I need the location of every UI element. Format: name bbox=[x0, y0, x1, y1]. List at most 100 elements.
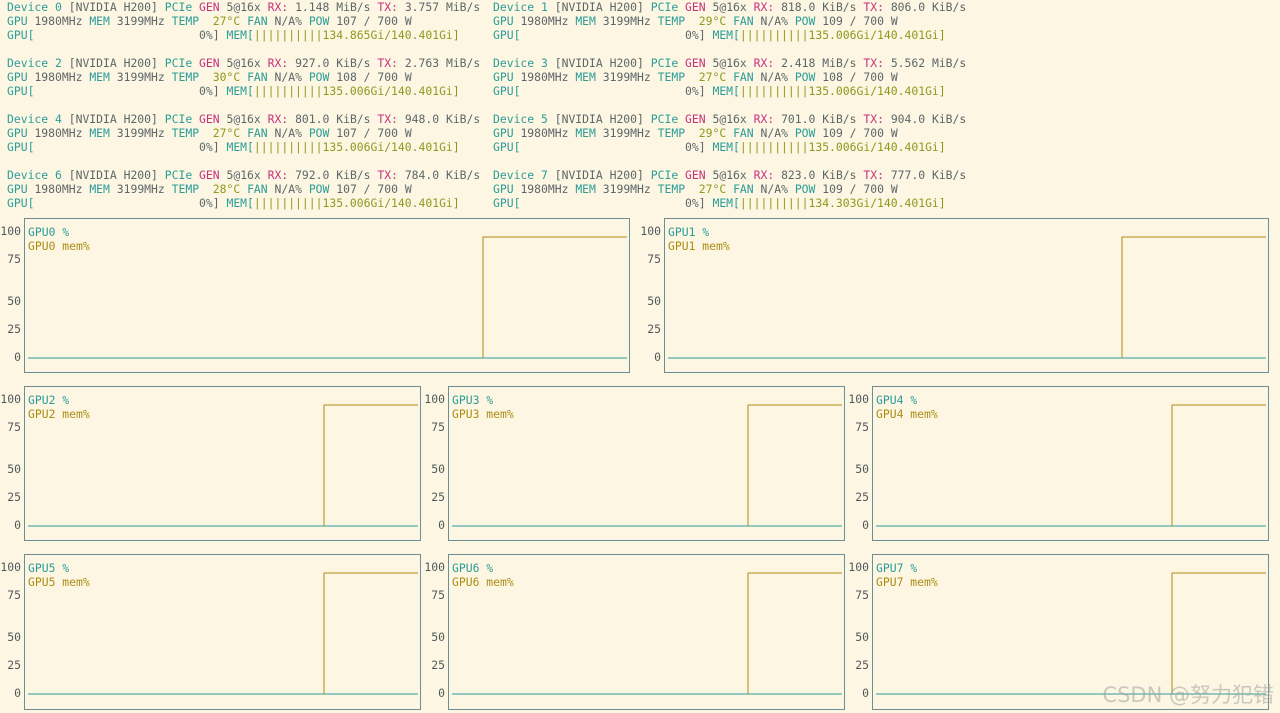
y-tick-label: 75 bbox=[855, 420, 869, 434]
fan-speed: N/A% bbox=[760, 14, 788, 28]
mem-series-line bbox=[482, 236, 627, 358]
pcie-label: PCIe bbox=[650, 112, 679, 126]
pcie-label: PCIe bbox=[164, 56, 193, 70]
pcie-label: PCIe bbox=[650, 56, 679, 70]
gpu-plot bbox=[452, 404, 842, 527]
rx-rate: 792.0 KiB/s bbox=[295, 168, 371, 182]
gpu-util: 0%] bbox=[199, 84, 220, 98]
power-label: POW bbox=[308, 182, 330, 196]
mem-series-line bbox=[1171, 572, 1266, 694]
rx-rate: 2.418 MiB/s bbox=[781, 56, 857, 70]
gpu-clock-label: GPU bbox=[493, 70, 514, 84]
rx-label: RX: bbox=[267, 0, 289, 14]
y-tick-label: 75 bbox=[431, 588, 445, 602]
rx-label: RX: bbox=[267, 112, 289, 126]
fan-speed: N/A% bbox=[760, 70, 788, 84]
rx-label: RX: bbox=[753, 168, 775, 182]
mem-usage-label: MEM[ bbox=[712, 196, 740, 210]
fan-speed: N/A% bbox=[274, 126, 302, 140]
device-usage-line: GPU[ 0%] MEM[||||||||||134.303Gi/140.401… bbox=[493, 196, 946, 210]
temperature: 30°C bbox=[212, 70, 241, 84]
fan-label: FAN bbox=[733, 126, 754, 140]
y-tick-label: 75 bbox=[7, 252, 21, 266]
tx-rate: 948.0 KiB/s bbox=[404, 112, 481, 126]
gen-label: GEN bbox=[685, 168, 706, 182]
tx-label: TX: bbox=[377, 112, 398, 126]
device-usage-line: GPU[ 0%] MEM[||||||||||134.865Gi/140.401… bbox=[7, 28, 460, 42]
mem-usage-label: MEM[ bbox=[712, 28, 740, 42]
gpu-util: 0%] bbox=[685, 140, 706, 154]
gpu-clock: 1980MHz bbox=[34, 126, 83, 140]
mem-clock-label: MEM bbox=[89, 182, 110, 196]
device-header-line: Device 3 [NVIDIA H200] PCIe GEN 5@16x RX… bbox=[493, 56, 966, 70]
mem-clock: 3199MHz bbox=[116, 14, 165, 28]
y-tick-label: 25 bbox=[7, 490, 21, 504]
y-tick-label: 75 bbox=[431, 420, 445, 434]
y-tick-label: 100 bbox=[424, 392, 445, 406]
gpu-plot bbox=[28, 404, 418, 527]
gpu-plot bbox=[452, 572, 842, 695]
y-tick-label: 50 bbox=[431, 462, 445, 476]
pcie-label: PCIe bbox=[650, 168, 679, 182]
gpu-plot bbox=[876, 404, 1266, 527]
device-model: [NVIDIA H200] bbox=[68, 168, 158, 182]
mem-clock: 3199MHz bbox=[602, 182, 651, 196]
temp-label: TEMP bbox=[171, 182, 200, 196]
gpu-chart-panel: GPU1 % GPU1 mem% bbox=[664, 218, 1269, 373]
gpu-util: 0%] bbox=[199, 140, 220, 154]
mem-usage-bar: ||||||||||135.006Gi/140.401Gi] bbox=[253, 84, 460, 98]
tx-label: TX: bbox=[863, 112, 884, 126]
y-tick-label: 0 bbox=[14, 350, 21, 364]
gen-label: GEN bbox=[685, 0, 706, 14]
rx-rate: 801.0 KiB/s bbox=[295, 112, 371, 126]
gen-label: GEN bbox=[199, 168, 220, 182]
pcie-link: 5@16x bbox=[712, 0, 747, 14]
temp-label: TEMP bbox=[657, 70, 686, 84]
gen-label: GEN bbox=[199, 112, 220, 126]
power-label: POW bbox=[308, 126, 330, 140]
gen-label: GEN bbox=[685, 56, 706, 70]
device-header-line: Device 2 [NVIDIA H200] PCIe GEN 5@16x RX… bbox=[7, 56, 480, 70]
gpu-util-label: GPU[ bbox=[7, 140, 35, 154]
gpu-util: 0%] bbox=[685, 196, 706, 210]
device-header-line: Device 1 [NVIDIA H200] PCIe GEN 5@16x RX… bbox=[493, 0, 966, 14]
device-clock-line: GPU 1980MHz MEM 3199MHz TEMP 28°C FAN N/… bbox=[7, 182, 412, 196]
tx-rate: 5.562 MiB/s bbox=[890, 56, 967, 70]
mem-clock-label: MEM bbox=[89, 126, 110, 140]
y-tick-label: 25 bbox=[855, 658, 869, 672]
mem-usage-bar: ||||||||||135.006Gi/140.401Gi] bbox=[739, 28, 946, 42]
rx-rate: 823.0 KiB/s bbox=[781, 168, 857, 182]
power-usage: 107 / 700 W bbox=[336, 14, 412, 28]
device-header-line: Device 4 [NVIDIA H200] PCIe GEN 5@16x RX… bbox=[7, 112, 480, 126]
rx-label: RX: bbox=[753, 112, 775, 126]
fan-speed: N/A% bbox=[760, 126, 788, 140]
temp-label: TEMP bbox=[657, 14, 686, 28]
y-tick-label: 0 bbox=[438, 518, 445, 532]
pcie-link: 5@16x bbox=[712, 112, 747, 126]
gpu-util-label: GPU[ bbox=[7, 84, 35, 98]
device-clock-line: GPU 1980MHz MEM 3199MHz TEMP 27°C FAN N/… bbox=[493, 70, 898, 84]
device-label: Device 5 bbox=[493, 112, 548, 126]
y-tick-label: 75 bbox=[647, 252, 661, 266]
gpu-clock: 1980MHz bbox=[520, 70, 569, 84]
gpu-clock-label: GPU bbox=[493, 14, 514, 28]
mem-clock-label: MEM bbox=[89, 14, 110, 28]
y-tick-label: 50 bbox=[647, 294, 661, 308]
mem-usage-bar: ||||||||||134.865Gi/140.401Gi] bbox=[253, 28, 460, 42]
mem-usage-label: MEM[ bbox=[712, 140, 740, 154]
rx-rate: 701.0 KiB/s bbox=[781, 112, 857, 126]
y-tick-label: 0 bbox=[14, 686, 21, 700]
mem-series-line bbox=[747, 404, 842, 526]
gpu-clock-label: GPU bbox=[7, 70, 28, 84]
tx-rate: 3.757 MiB/s bbox=[404, 0, 481, 14]
mem-series-line bbox=[323, 572, 418, 694]
power-usage: 107 / 700 W bbox=[336, 182, 412, 196]
tx-label: TX: bbox=[377, 56, 398, 70]
fan-speed: N/A% bbox=[760, 182, 788, 196]
y-tick-label: 0 bbox=[654, 350, 661, 364]
temp-label: TEMP bbox=[171, 126, 200, 140]
gpu-plot bbox=[28, 572, 418, 695]
pcie-link: 5@16x bbox=[712, 168, 747, 182]
y-tick-label: 25 bbox=[7, 658, 21, 672]
gpu-util: 0%] bbox=[685, 28, 706, 42]
